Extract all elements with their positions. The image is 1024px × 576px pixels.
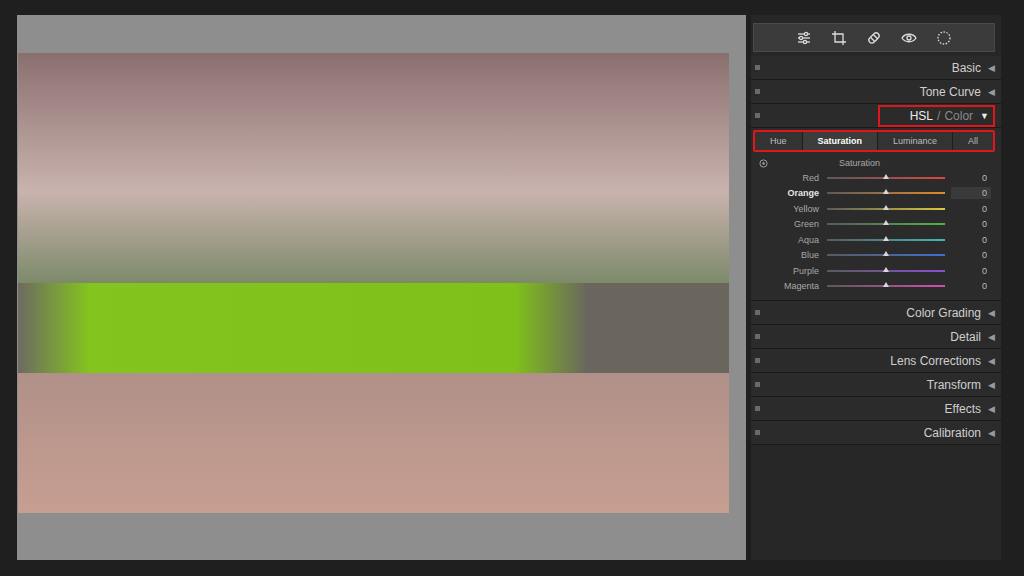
toggle-box-icon[interactable] bbox=[755, 406, 760, 411]
red-eye-icon[interactable] bbox=[901, 30, 917, 46]
crop-icon[interactable] bbox=[831, 30, 847, 46]
slider-thumb[interactable] bbox=[883, 220, 889, 225]
section-header[interactable]: Detail◀ bbox=[751, 325, 1001, 349]
hsl-tab[interactable]: All bbox=[953, 132, 993, 150]
hsl-section-header[interactable]: HSL/Color▼ bbox=[751, 104, 1001, 128]
toggle-box-icon[interactable] bbox=[755, 430, 760, 435]
slider-row: Aqua0 bbox=[759, 232, 991, 248]
toggle-box-icon[interactable] bbox=[755, 89, 760, 94]
slider-value[interactable]: 0 bbox=[951, 249, 991, 261]
slider-track[interactable] bbox=[827, 208, 945, 210]
slider-value[interactable]: 0 bbox=[951, 203, 991, 215]
hsl-tabs: HueSaturationLuminanceAll bbox=[753, 130, 995, 152]
hsl-tab[interactable]: Saturation bbox=[803, 132, 879, 150]
sliders-icon[interactable] bbox=[796, 30, 812, 46]
toggle-box-icon[interactable] bbox=[755, 334, 760, 339]
slider-track[interactable] bbox=[827, 285, 945, 287]
slider-value[interactable]: 0 bbox=[951, 187, 991, 199]
section-header[interactable]: Lens Corrections◀ bbox=[751, 349, 1001, 373]
hsl-panel: HueSaturationLuminanceAllSaturationRed0O… bbox=[751, 128, 1001, 301]
saturation-group: SaturationRed0Orange0Yellow0Green0Aqua0B… bbox=[753, 152, 995, 296]
toggle-box-icon[interactable] bbox=[755, 113, 760, 118]
develop-panel: Basic◀Tone Curve◀HSL/Color▼HueSaturation… bbox=[751, 15, 1001, 560]
slider-row: Magenta0 bbox=[759, 279, 991, 295]
hsl-tab[interactable]: Hue bbox=[755, 132, 803, 150]
slider-value[interactable]: 0 bbox=[951, 280, 991, 292]
toggle-box-icon[interactable] bbox=[755, 358, 760, 363]
slider-row: Orange0 bbox=[759, 186, 991, 202]
slider-track[interactable] bbox=[827, 239, 945, 241]
slider-thumb[interactable] bbox=[883, 251, 889, 256]
section-header[interactable]: Effects◀ bbox=[751, 397, 1001, 421]
slider-row: Blue0 bbox=[759, 248, 991, 264]
section-header[interactable]: Tone Curve◀ bbox=[751, 80, 1001, 104]
healing-icon[interactable] bbox=[866, 30, 882, 46]
slider-track[interactable] bbox=[827, 270, 945, 272]
image-canvas bbox=[17, 15, 746, 560]
slider-thumb[interactable] bbox=[883, 189, 889, 194]
section-header[interactable]: Transform◀ bbox=[751, 373, 1001, 397]
tool-strip bbox=[753, 23, 995, 52]
hsl-tab[interactable]: Luminance bbox=[878, 132, 953, 150]
slider-row: Green0 bbox=[759, 217, 991, 233]
slider-track[interactable] bbox=[827, 177, 945, 179]
slider-value[interactable]: 0 bbox=[951, 234, 991, 246]
slider-thumb[interactable] bbox=[883, 205, 889, 210]
slider-track[interactable] bbox=[827, 223, 945, 225]
slider-track[interactable] bbox=[827, 254, 945, 256]
target-adjust-icon[interactable] bbox=[759, 159, 768, 168]
slider-value[interactable]: 0 bbox=[951, 172, 991, 184]
toggle-box-icon[interactable] bbox=[755, 310, 760, 315]
masking-icon[interactable] bbox=[936, 30, 952, 46]
slider-value[interactable]: 0 bbox=[951, 265, 991, 277]
slider-value[interactable]: 0 bbox=[951, 218, 991, 230]
lightroom-window: Basic◀Tone Curve◀HSL/Color▼HueSaturation… bbox=[0, 0, 1024, 576]
slider-track[interactable] bbox=[827, 192, 945, 194]
slider-thumb[interactable] bbox=[883, 174, 889, 179]
slider-thumb[interactable] bbox=[883, 267, 889, 272]
slider-thumb[interactable] bbox=[883, 282, 889, 287]
section-header[interactable]: Color Grading◀ bbox=[751, 301, 1001, 325]
slider-row: Red0 bbox=[759, 170, 991, 186]
section-header[interactable]: Basic◀ bbox=[751, 56, 1001, 80]
slider-row: Yellow0 bbox=[759, 201, 991, 217]
toggle-box-icon[interactable] bbox=[755, 382, 760, 387]
photo bbox=[18, 53, 729, 513]
section-header[interactable]: Calibration◀ bbox=[751, 421, 1001, 445]
slider-row: Purple0 bbox=[759, 263, 991, 279]
slider-thumb[interactable] bbox=[883, 236, 889, 241]
toggle-box-icon[interactable] bbox=[755, 65, 760, 70]
